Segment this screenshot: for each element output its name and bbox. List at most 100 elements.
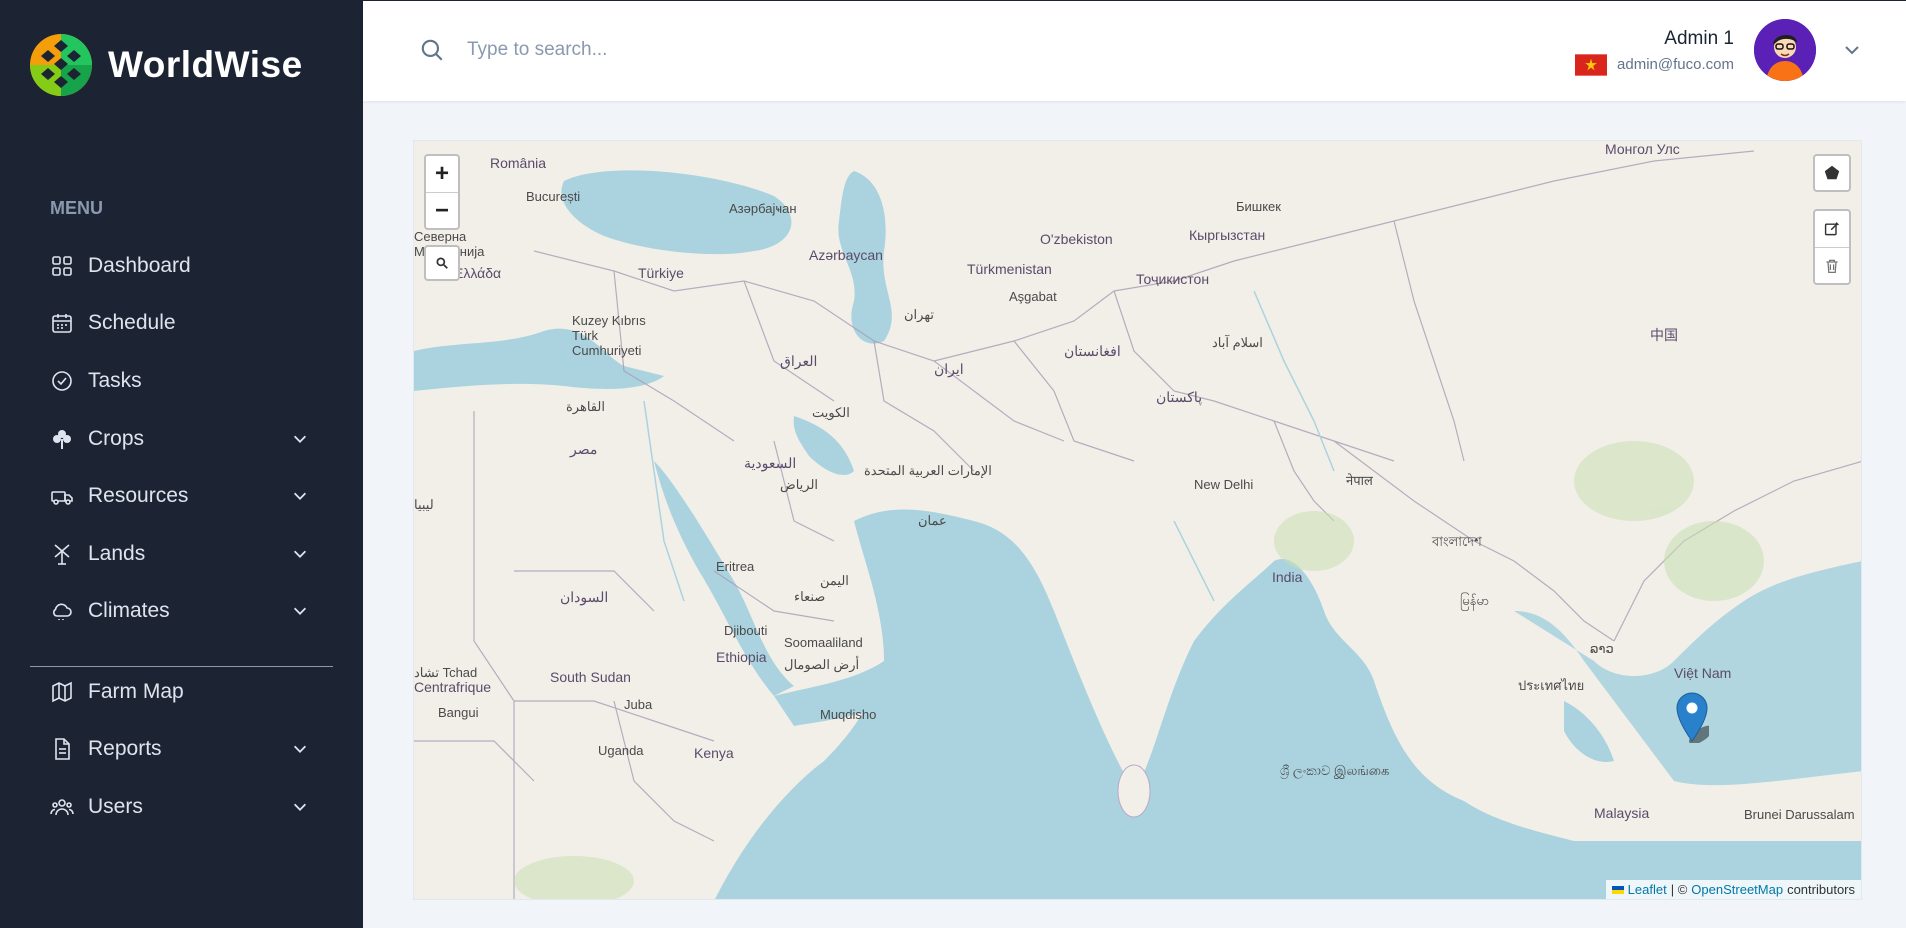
map-label: မြန်မာ <box>1460 593 1490 608</box>
map-label: پاکستان <box>1156 389 1203 405</box>
map-label: عمان <box>918 513 947 528</box>
sidebar-item-label: Farm Map <box>88 679 184 703</box>
map-label: Ελλάδα <box>454 265 502 281</box>
map-label: Soomaaliland <box>784 635 863 650</box>
map-label: العراق <box>780 353 818 369</box>
map-attribution: Leaflet | © OpenStreetMap contributors <box>1605 880 1861 899</box>
avatar[interactable] <box>1754 19 1816 81</box>
chevron-down-icon[interactable] <box>291 430 309 448</box>
sidebar-item-lands[interactable]: Lands <box>30 525 333 583</box>
chevron-down-icon[interactable] <box>291 487 309 505</box>
map-label: Brunei Darussalam <box>1744 807 1855 822</box>
map-label: Juba <box>624 697 653 712</box>
farm-map[interactable]: România București Türkiye Азәрбајҹан Azə… <box>413 140 1862 900</box>
map-label: الإمارات العربية المتحدة <box>864 463 992 478</box>
chevron-down-icon[interactable] <box>291 545 309 563</box>
sidebar-item-crops[interactable]: Crops <box>30 410 333 468</box>
brand[interactable]: WorldWise <box>28 32 303 98</box>
map-label: Türkmenistan <box>967 261 1052 277</box>
map-label: افغانستان <box>1064 343 1121 359</box>
map-label: Malaysia <box>1594 805 1650 821</box>
edit-icon <box>1824 222 1839 236</box>
map-label: السعودية <box>744 455 797 471</box>
map-label: Кыргызстан <box>1189 227 1266 243</box>
map-label: नेपाल <box>1346 473 1373 488</box>
map-label: Azərbaycan <box>809 247 883 263</box>
map-search-button[interactable] <box>424 245 460 281</box>
map-label: ليبيا <box>414 497 434 512</box>
sidebar-item-tasks[interactable]: Tasks <box>30 352 333 410</box>
cloud-icon <box>50 599 74 623</box>
ukraine-flag-icon <box>1611 885 1624 894</box>
attribution-separator: | © <box>1670 882 1688 897</box>
document-icon <box>50 737 74 761</box>
sidebar-nav-secondary: Farm Map Reports Users <box>30 663 333 836</box>
search-icon[interactable] <box>419 37 445 63</box>
map-tiles[interactable] <box>414 141 1862 900</box>
calendar-icon <box>50 311 74 335</box>
search-input[interactable] <box>467 39 967 61</box>
chevron-down-icon[interactable] <box>291 798 309 816</box>
sidebar-item-label: Users <box>88 794 143 818</box>
vietnam-flag-icon[interactable] <box>1575 54 1608 76</box>
sidebar-item-label: Reports <box>88 737 162 761</box>
draw-polygon-button[interactable] <box>1813 154 1851 192</box>
map-label: Uganda <box>598 743 644 758</box>
zoom-in-button[interactable]: + <box>426 156 458 192</box>
openstreetmap-link[interactable]: OpenStreetMap <box>1691 882 1783 897</box>
map-label: السودان <box>560 589 609 605</box>
edit-tools <box>1813 209 1851 285</box>
sidebar-nav: Dashboard Schedule Tasks Crops Resources… <box>30 237 333 640</box>
location-marker-icon[interactable] <box>1675 691 1709 743</box>
map-label: New Delhi <box>1194 477 1254 492</box>
sidebar-item-users[interactable]: Users <box>30 778 333 836</box>
sidebar-item-label: Tasks <box>88 368 142 392</box>
map-label: مصر <box>570 441 598 457</box>
map-label: Eritrea <box>716 559 755 574</box>
polygon-icon <box>1824 165 1840 180</box>
sidebar-item-dashboard[interactable]: Dashboard <box>30 237 333 295</box>
map-label: اسلام آباد <box>1212 335 1263 350</box>
search-icon <box>436 257 448 269</box>
map-label: Ethiopia <box>716 649 767 665</box>
user-email: admin@fuco.com <box>1617 55 1734 73</box>
leaflet-link[interactable]: Leaflet <box>1628 882 1667 897</box>
map-label: ລາວ <box>1590 641 1614 656</box>
zoom-out-button[interactable]: − <box>426 192 458 228</box>
sidebar-item-farm-map[interactable]: Farm Map <box>30 663 333 721</box>
sidebar-item-label: Lands <box>88 541 146 565</box>
sidebar-item-resources[interactable]: Resources <box>30 467 333 525</box>
chevron-down-icon[interactable] <box>291 602 309 620</box>
sidebar-item-reports[interactable]: Reports <box>30 721 333 779</box>
map-label: Djibouti <box>724 623 768 638</box>
globe-logo-icon <box>30 34 92 96</box>
map-label: تشاد Tchad <box>414 665 478 680</box>
sidebar-item-schedule[interactable]: Schedule <box>30 295 333 353</box>
map-label: Muqdisho <box>820 707 877 722</box>
map-label: اليمن <box>820 573 849 588</box>
truck-icon <box>50 484 74 508</box>
map-label: الرياض <box>780 477 819 492</box>
map-label: Aşgabat <box>1009 289 1057 304</box>
windmill-icon <box>50 542 74 566</box>
map-label: Азәрбајҹан <box>729 201 797 216</box>
brand-name: WorldWise <box>108 44 303 85</box>
edit-layers-button[interactable] <box>1815 211 1849 247</box>
menu-heading: MENU <box>50 198 103 218</box>
check-circle-icon <box>50 369 74 393</box>
chevron-down-icon[interactable] <box>1842 40 1862 60</box>
map-icon <box>50 680 74 704</box>
sidebar-item-label: Dashboard <box>88 253 191 277</box>
map-label: Kenya <box>694 745 734 761</box>
user-menu[interactable]: Admin 1 admin@fuco.com <box>1575 19 1862 81</box>
chevron-down-icon[interactable] <box>291 740 309 758</box>
map-label: تهران <box>904 307 934 322</box>
delete-layers-button[interactable] <box>1815 247 1849 283</box>
sidebar-item-label: Climates <box>88 599 170 623</box>
map-label: India <box>1272 569 1303 585</box>
sidebar-item-climates[interactable]: Climates <box>30 583 333 641</box>
grid-icon <box>50 254 74 278</box>
search-bar <box>419 37 967 63</box>
sidebar-item-label: Schedule <box>88 311 176 335</box>
sidebar-item-label: Resources <box>88 484 189 508</box>
